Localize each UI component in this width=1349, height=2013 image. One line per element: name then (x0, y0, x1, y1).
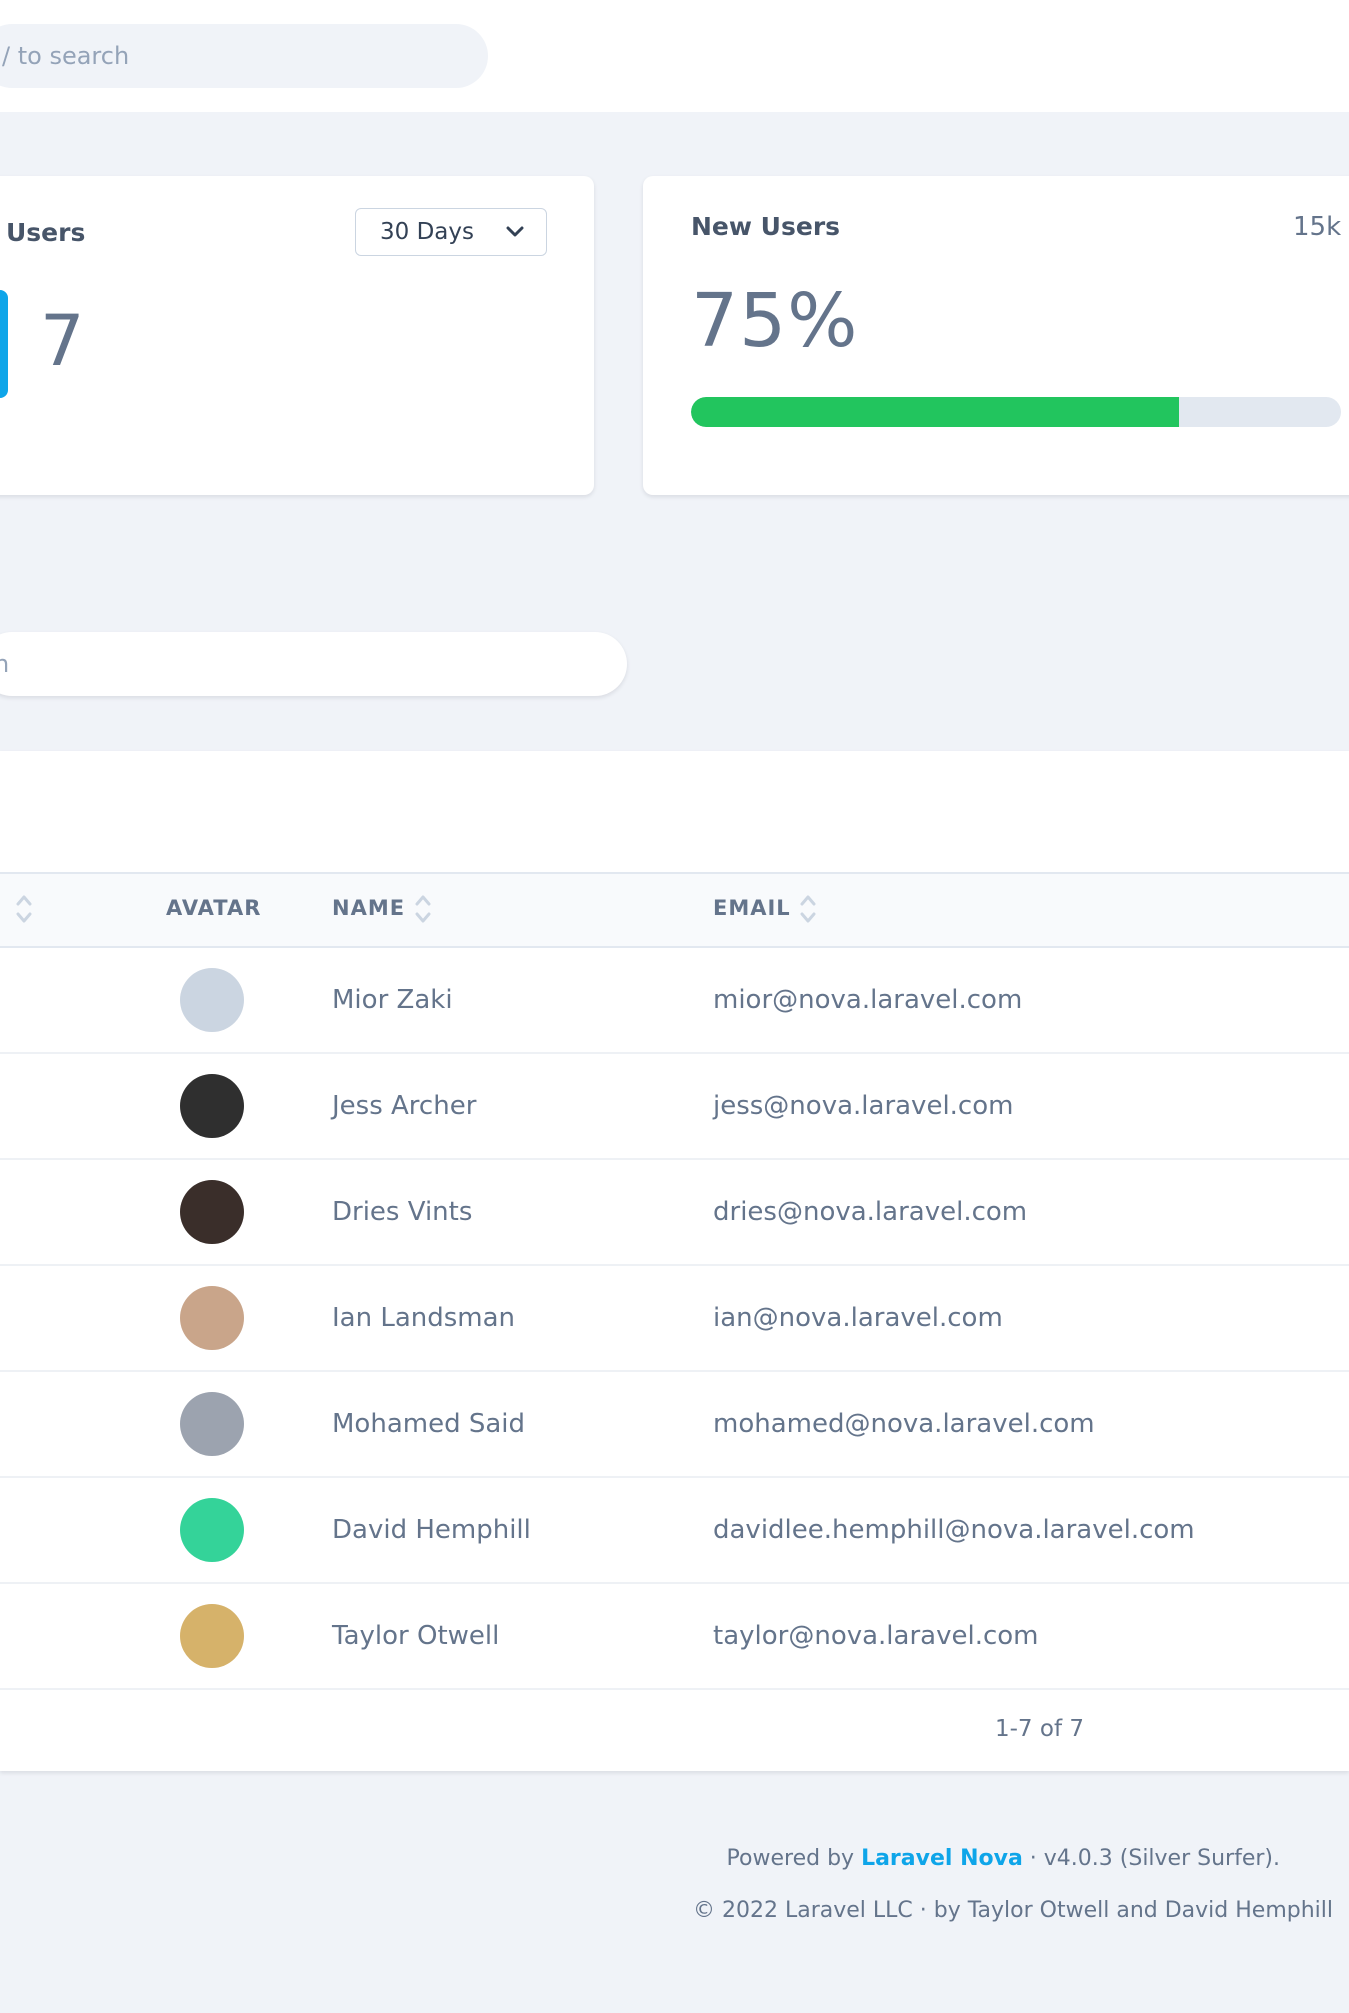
trend-indicator (0, 290, 8, 398)
sort-icon[interactable] (15, 892, 33, 926)
cell-name: Taylor Otwell (332, 1621, 500, 1651)
users-metric-value: 7 (40, 300, 85, 382)
column-header-avatar: AVATAR (166, 896, 262, 920)
cell-email: mohamed@nova.laravel.com (713, 1409, 1095, 1439)
cell-name: Mior Zaki (332, 985, 453, 1015)
global-search-placeholder: / to search (2, 42, 130, 70)
cell-name: Jess Archer (332, 1091, 477, 1121)
avatar (180, 1180, 244, 1244)
users-metric-title: Users (6, 218, 86, 247)
avatar (180, 968, 244, 1032)
cell-email: taylor@nova.laravel.com (713, 1621, 1039, 1651)
cell-email: davidlee.hemphill@nova.laravel.com (713, 1515, 1195, 1545)
column-header-email[interactable]: EMAIL (713, 896, 791, 920)
footer-copyright: © 2022 Laravel LLC · by Taylor Otwell an… (693, 1898, 1333, 1923)
new-users-total: 15k (1293, 212, 1342, 242)
progress-bar-fill (691, 397, 1179, 427)
footer-powered-prefix: Powered by (726, 1846, 862, 1871)
pagination-status: 1-7 of 7 (995, 1716, 1084, 1742)
cell-name: David Hemphill (332, 1515, 531, 1545)
footer-powered-by: Powered by Laravel Nova · v4.0.3 (Silver… (0, 1846, 1280, 1871)
avatar (180, 1498, 244, 1562)
cell-name: Dries Vints (332, 1197, 473, 1227)
sort-icon[interactable] (414, 892, 432, 926)
sort-icon[interactable] (799, 892, 817, 926)
resource-search-placeholder: h (0, 650, 10, 678)
footer-brand-link[interactable]: Laravel Nova (861, 1846, 1023, 1871)
avatar (180, 1074, 244, 1138)
new-users-percent: 75% (691, 278, 859, 364)
range-select-value: 30 Days (380, 219, 474, 245)
cell-email: jess@nova.laravel.com (713, 1091, 1014, 1121)
cell-name: Ian Landsman (332, 1303, 516, 1333)
cell-name: Mohamed Said (332, 1409, 526, 1439)
column-header-name[interactable]: NAME (332, 896, 405, 920)
cell-email: ian@nova.laravel.com (713, 1303, 1003, 1333)
avatar (180, 1392, 244, 1456)
chevron-down-icon (506, 226, 524, 237)
footer-version: · v4.0.3 (Silver Surfer). (1022, 1846, 1280, 1871)
range-select[interactable]: 30 Days (355, 208, 547, 256)
cell-email: mior@nova.laravel.com (713, 985, 1023, 1015)
avatar (180, 1286, 244, 1350)
resource-search-input[interactable]: h (0, 632, 627, 696)
avatar (180, 1604, 244, 1668)
progress-bar (691, 397, 1341, 427)
cell-email: dries@nova.laravel.com (713, 1197, 1028, 1227)
global-search-input[interactable]: / to search (0, 24, 488, 88)
new-users-title: New Users (691, 212, 841, 241)
